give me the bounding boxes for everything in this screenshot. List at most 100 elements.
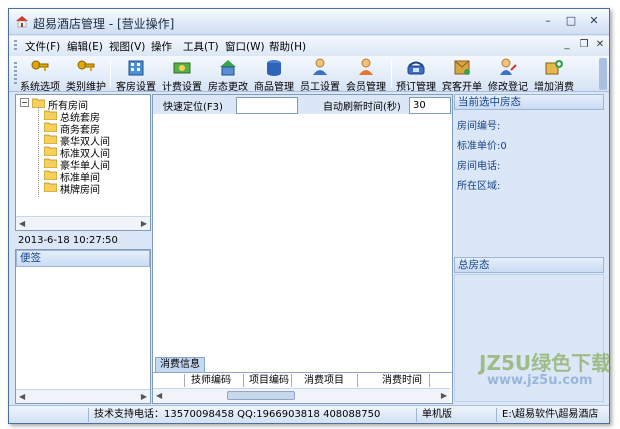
watermark-line2: www.jz5u.com xyxy=(487,373,593,388)
guest-checkin-label: 宾客开单 xyxy=(442,82,482,93)
reservation-management-label: 预订管理 xyxy=(396,82,436,93)
scroll-left-icon[interactable]: ◀ xyxy=(19,219,25,228)
staff-settings-button[interactable]: 员工设置 xyxy=(298,57,342,93)
scroll-right-icon[interactable]: ▶ xyxy=(141,219,147,228)
scroll-left-icon[interactable]: ◀ xyxy=(156,391,162,400)
note-textarea[interactable] xyxy=(16,266,150,388)
scroll-right-icon[interactable]: ▶ xyxy=(441,391,447,400)
quick-locate-input[interactable] xyxy=(236,97,298,114)
key-icon xyxy=(77,60,95,71)
note-title: 便签 xyxy=(16,250,150,267)
close-button[interactable]: ✕ xyxy=(585,13,603,29)
goods-icon xyxy=(267,60,281,76)
watermark-line1: JZ5U绿色下载 xyxy=(479,351,612,375)
folder-icon xyxy=(44,110,57,120)
menu-tools[interactable]: 工具(T) xyxy=(183,39,219,54)
room-status-change-button[interactable]: 房态更改 xyxy=(206,57,250,93)
room-view-panel: 快速定位(F3) 自动刷新时间(秒) 30 消费信息 技师编码 项目编码 消费项… xyxy=(152,94,453,404)
table-header-blank xyxy=(155,374,185,387)
money-icon xyxy=(173,62,191,74)
quick-locate-label: 快速定位(F3) xyxy=(163,102,223,113)
goods-management-button[interactable]: 商品管理 xyxy=(252,57,296,93)
billing-settings-button[interactable]: 计费设置 xyxy=(160,57,204,93)
system-options-button[interactable]: 系统选项 xyxy=(19,57,61,93)
house-icon xyxy=(220,60,236,76)
menu-file[interactable]: 文件(F) xyxy=(25,39,60,54)
hotel-logo-icon xyxy=(16,16,28,28)
title-bar: 超易酒店管理 - [营业操作] – □ ✕ xyxy=(9,9,609,35)
room-grid[interactable] xyxy=(153,115,452,355)
modify-registration-button[interactable]: 修改登记 xyxy=(486,57,530,93)
scroll-left-icon[interactable]: ◀ xyxy=(19,392,25,401)
tree-scrollbar[interactable]: ◀ ▶ xyxy=(16,216,150,230)
refresh-interval-input[interactable]: 30 xyxy=(409,97,451,114)
category-maintain-label: 类别维护 xyxy=(66,82,106,93)
user-icon xyxy=(313,58,327,75)
watermark: JZ5U绿色下载 www.jz5u.com xyxy=(479,347,611,397)
edit-user-icon xyxy=(500,58,517,75)
table-header-cell[interactable]: 消费项目 xyxy=(294,374,358,387)
toolbar: 系统选项 类别维护 客房设置 计费设置 房态更改 商品管理 员工设置 会员管理 … xyxy=(9,56,609,93)
consume-table: 技师编码 项目编码 消费项目 消费时间 ◀ ▶ xyxy=(153,372,452,403)
status-blank xyxy=(11,408,89,422)
note-panel: 便签 ◀ ▶ xyxy=(15,249,151,404)
goods-management-label: 商品管理 xyxy=(254,82,294,93)
scroll-right-icon[interactable]: ▶ xyxy=(141,392,147,401)
status-support: 技术支持电话：13570098458 QQ:1966903818 4080887… xyxy=(91,408,417,422)
scroll-thumb[interactable] xyxy=(227,391,295,400)
add-consumption-button[interactable]: 增加消费 xyxy=(532,57,576,93)
member-management-button[interactable]: 会员管理 xyxy=(344,57,388,93)
modify-registration-label: 修改登记 xyxy=(488,82,528,93)
table-header-cell[interactable]: 消费时间 xyxy=(360,374,430,387)
note-scrollbar[interactable]: ◀ ▶ xyxy=(16,389,150,403)
menu-window[interactable]: 窗口(W) xyxy=(225,39,265,54)
room-phone-field: 房间电话: xyxy=(457,161,501,172)
minimize-button[interactable]: – xyxy=(539,13,557,29)
key-icon xyxy=(31,60,49,71)
toolbar-overflow-icon[interactable] xyxy=(599,58,607,90)
quick-locate-bar: 快速定位(F3) 自动刷新时间(秒) 30 xyxy=(153,95,452,114)
tab-consume-info[interactable]: 消费信息 xyxy=(155,357,205,372)
mdi-close-button[interactable]: ✕ xyxy=(594,39,606,50)
folder-icon xyxy=(44,170,57,180)
room-info-title: 当前选中房态 xyxy=(454,94,604,110)
table-header-cell[interactable]: 技师编码 xyxy=(187,374,244,387)
menu-view[interactable]: 视图(V) xyxy=(109,39,145,54)
app-window: 超易酒店管理 - [营业操作] – □ ✕ 文件(F) 编辑(E) 视图(V) … xyxy=(8,8,611,424)
add-consume-icon xyxy=(545,60,563,75)
phone-icon xyxy=(407,61,425,75)
mdi-restore-button[interactable]: ❐ xyxy=(578,39,590,50)
collapse-icon[interactable]: − xyxy=(20,98,29,107)
menu-bar: 文件(F) 编辑(E) 视图(V) 操作 工具(T) 窗口(W) 帮助(H) _… xyxy=(9,36,609,56)
status-edition: 单机版 xyxy=(419,408,497,422)
guest-checkin-button[interactable]: 宾客开单 xyxy=(440,57,484,93)
consume-scrollbar[interactable]: ◀ ▶ xyxy=(153,388,450,402)
toolbar-grip-icon xyxy=(14,62,17,86)
mdi-minimize-button[interactable]: _ xyxy=(561,39,573,50)
status-path: E:\超易软件\超易酒店 xyxy=(502,409,599,420)
folder-icon xyxy=(44,182,57,192)
room-number-field: 房间编号: xyxy=(457,121,501,132)
billing-settings-label: 计费设置 xyxy=(162,82,202,93)
building-icon xyxy=(128,60,144,76)
room-tree: − 所有房间 总统套房 商务套房 豪华双人间 标准双人间 豪华单人间 标准单间 xyxy=(15,94,151,231)
maximize-button[interactable]: □ xyxy=(562,13,580,29)
table-header-cell[interactable]: 项目编码 xyxy=(246,374,292,387)
tree-item-label: 棋牌房间 xyxy=(60,185,100,196)
menu-edit[interactable]: 编辑(E) xyxy=(67,39,103,54)
status-bar: 技术支持电话：13570098458 QQ:1966903818 4080887… xyxy=(9,405,609,423)
menu-help[interactable]: 帮助(H) xyxy=(269,39,306,54)
category-maintain-button[interactable]: 类别维护 xyxy=(65,57,107,93)
reservation-management-button[interactable]: 预订管理 xyxy=(394,57,438,93)
folder-icon xyxy=(44,146,57,156)
window-title: 超易酒店管理 - [营业操作] xyxy=(33,17,175,31)
member-icon xyxy=(359,58,373,75)
menu-operation[interactable]: 操作 xyxy=(151,39,172,54)
unit-price-field: 标准单价:0 xyxy=(457,141,507,152)
toolbar-separator xyxy=(110,60,111,88)
current-datetime: 2013-6-18 10:27:50 xyxy=(18,235,118,246)
total-status-title: 总房态 xyxy=(454,257,604,273)
refresh-interval-label: 自动刷新时间(秒) xyxy=(323,102,401,113)
room-settings-button[interactable]: 客房设置 xyxy=(114,57,158,93)
room-area-field: 所在区域: xyxy=(457,181,501,192)
